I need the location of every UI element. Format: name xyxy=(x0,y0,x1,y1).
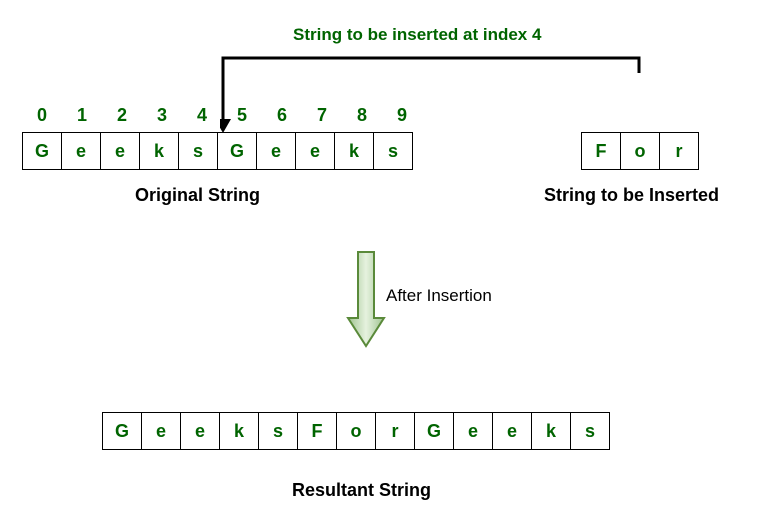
index-label: 0 xyxy=(22,105,62,126)
index-row: 0123456789 xyxy=(22,105,422,126)
char-cell: s xyxy=(570,412,610,450)
index-label: 3 xyxy=(142,105,182,126)
char-cell: k xyxy=(531,412,571,450)
index-label: 8 xyxy=(342,105,382,126)
original-string-label: Original String xyxy=(135,185,260,206)
char-cell: k xyxy=(334,132,374,170)
char-cell: o xyxy=(620,132,660,170)
char-cell: s xyxy=(258,412,298,450)
char-cell: r xyxy=(659,132,699,170)
char-cell: r xyxy=(375,412,415,450)
result-string-row: GeeksForGeeks xyxy=(102,412,610,450)
index-label: 6 xyxy=(262,105,302,126)
char-cell: G xyxy=(414,412,454,450)
char-cell: e xyxy=(453,412,493,450)
down-arrow-icon xyxy=(346,250,386,350)
char-cell: e xyxy=(100,132,140,170)
result-string-label: Resultant String xyxy=(292,480,431,501)
index-label: 9 xyxy=(382,105,422,126)
char-cell: e xyxy=(180,412,220,450)
char-cell: e xyxy=(295,132,335,170)
char-cell: F xyxy=(581,132,621,170)
char-cell: k xyxy=(139,132,179,170)
index-label: 5 xyxy=(222,105,262,126)
insert-string-label: String to be Inserted xyxy=(544,185,719,206)
char-cell: G xyxy=(22,132,62,170)
char-cell: F xyxy=(297,412,337,450)
char-cell: k xyxy=(219,412,259,450)
char-cell: s xyxy=(373,132,413,170)
char-cell: e xyxy=(141,412,181,450)
char-cell: e xyxy=(256,132,296,170)
char-cell: o xyxy=(336,412,376,450)
char-cell: G xyxy=(217,132,257,170)
char-cell: e xyxy=(61,132,101,170)
index-label: 4 xyxy=(182,105,222,126)
original-string-row: GeeksGeeks xyxy=(22,132,413,170)
char-cell: G xyxy=(102,412,142,450)
char-cell: s xyxy=(178,132,218,170)
after-insertion-label: After Insertion xyxy=(386,286,492,306)
insertion-title: String to be inserted at index 4 xyxy=(293,25,541,45)
char-cell: e xyxy=(492,412,532,450)
index-label: 2 xyxy=(102,105,142,126)
insert-string-row: For xyxy=(581,132,699,170)
index-label: 1 xyxy=(62,105,102,126)
index-label: 7 xyxy=(302,105,342,126)
